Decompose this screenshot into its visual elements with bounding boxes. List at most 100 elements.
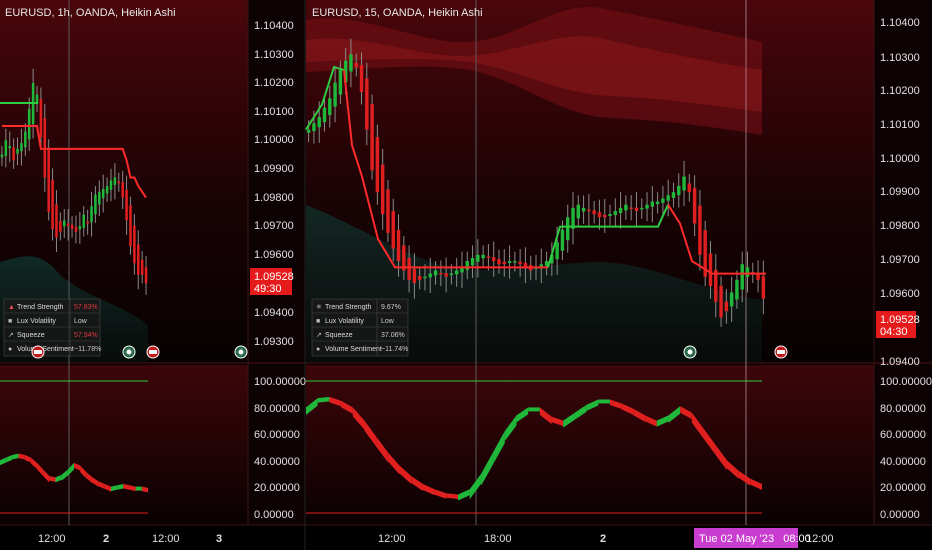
- candle-body: [497, 259, 501, 265]
- osc-tick: 60.00000: [254, 429, 300, 441]
- candle-body: [650, 201, 655, 207]
- candle-body: [386, 189, 390, 233]
- candle-body: [365, 78, 369, 130]
- candle-body: [761, 276, 766, 299]
- dashboard-label: Squeeze: [325, 332, 353, 339]
- dashboard-label: Volume Sentiment: [325, 346, 382, 353]
- candle-body: [735, 279, 739, 300]
- osc-tick: 100.00000: [254, 376, 306, 388]
- candle-body: [428, 273, 432, 278]
- candle-body: [109, 180, 113, 190]
- candle-body: [121, 182, 124, 198]
- candle-body: [380, 164, 385, 215]
- dashboard-label: Trend Strength: [325, 304, 372, 311]
- candle-body: [407, 257, 411, 280]
- candle-body: [518, 261, 522, 265]
- candle-body: [375, 137, 380, 193]
- time-label: 2: [103, 533, 109, 545]
- candle-body: [745, 267, 750, 277]
- event-marker-icon[interactable]: [234, 345, 248, 359]
- candle-body: [671, 192, 676, 198]
- candle-body: [306, 129, 311, 133]
- candle-body: [417, 275, 422, 280]
- candle-body: [354, 62, 358, 67]
- candle-body: [729, 292, 734, 307]
- candle-body: [391, 211, 395, 249]
- candle-body: [513, 261, 517, 263]
- candle-body: [312, 123, 316, 132]
- candle-body: [708, 253, 713, 287]
- osc-tick: 80.00000: [254, 403, 300, 415]
- candle-body: [16, 148, 19, 154]
- candle-body: [502, 261, 506, 265]
- candle-body: [27, 108, 31, 140]
- price-tick: 1.09400: [254, 307, 294, 319]
- event-marker-icon[interactable]: [146, 345, 160, 359]
- event-marker-icon[interactable]: [683, 345, 697, 359]
- candle-body: [20, 143, 23, 152]
- candle-body: [581, 207, 586, 212]
- candle-body: [333, 82, 337, 107]
- candle-body: [117, 181, 121, 184]
- candle-body: [698, 205, 702, 255]
- candle-body: [687, 183, 692, 193]
- event-marker-icon[interactable]: [774, 345, 788, 359]
- candle-body: [396, 229, 401, 262]
- osc-tick: 60.00000: [880, 429, 926, 441]
- candle-body: [78, 226, 82, 230]
- candle-body: [47, 147, 50, 212]
- left-dashboard: ▲ ■ ↗ ● Trend Strength Lux Volatility Sq…: [3, 298, 101, 357]
- dashboard-icon: ↗: [8, 332, 14, 339]
- candle-body: [655, 201, 660, 205]
- price-tick: 1.10400: [254, 20, 294, 32]
- osc-tick: 0.00000: [880, 509, 920, 521]
- candle-body: [608, 214, 612, 216]
- candle-body: [576, 204, 581, 219]
- price-tick: 1.09300: [254, 336, 294, 348]
- candle-body: [412, 268, 417, 283]
- candle-body: [481, 254, 485, 259]
- candle-body: [0, 154, 4, 158]
- candle-body: [629, 207, 633, 210]
- left-chart-title: EURUSD, 1h, OANDA, Heikin Ashi: [5, 7, 176, 19]
- osc-tick: 0.00000: [254, 509, 294, 521]
- osc-tick: 20.00000: [254, 482, 300, 494]
- price-tick: 1.10400: [880, 17, 920, 29]
- price-tick: 1.10000: [880, 153, 920, 165]
- candle-body: [491, 257, 496, 262]
- candle-body: [740, 264, 744, 290]
- price-tick: 1.10000: [254, 134, 294, 146]
- dashboard-icon: ✳: [316, 303, 322, 311]
- dashboard-icon: ■: [316, 318, 320, 325]
- dashboard-label: Squeeze: [17, 332, 45, 339]
- dashboard-value: 37.06%: [381, 332, 405, 339]
- candle-body: [70, 224, 74, 230]
- candle-body: [86, 221, 89, 224]
- osc-tick: 40.00000: [880, 456, 926, 468]
- price-tick: 1.09800: [880, 220, 920, 232]
- price-tick: 1.09800: [254, 192, 294, 204]
- chart-canvas[interactable]: EURUSD, 1h, OANDA, Heikin Ashi EURUSD, 1…: [0, 0, 932, 550]
- candle-body: [4, 140, 8, 157]
- candle-body: [634, 207, 639, 211]
- candle-body: [640, 207, 644, 210]
- candle-body: [433, 270, 438, 276]
- event-marker-icon[interactable]: [31, 345, 45, 359]
- candle-body: [43, 118, 47, 178]
- candle-body: [724, 301, 729, 312]
- left-countdown: 49:30: [254, 283, 282, 295]
- dashboard-icon: ↗: [316, 332, 322, 339]
- candle-body: [125, 189, 128, 221]
- event-marker-icon[interactable]: [122, 345, 136, 359]
- dashboard-value: ~11.78%: [74, 346, 101, 353]
- candle-body: [94, 194, 97, 215]
- candle-body: [507, 261, 512, 263]
- candle-body: [39, 98, 43, 138]
- candle-body: [55, 204, 58, 238]
- candle-body: [90, 206, 93, 223]
- dashboard-label: Lux Volatility: [17, 318, 56, 325]
- price-tick: 1.09900: [254, 163, 294, 175]
- candle-body: [666, 195, 670, 201]
- candle-body: [12, 147, 15, 161]
- candle-body: [59, 221, 62, 232]
